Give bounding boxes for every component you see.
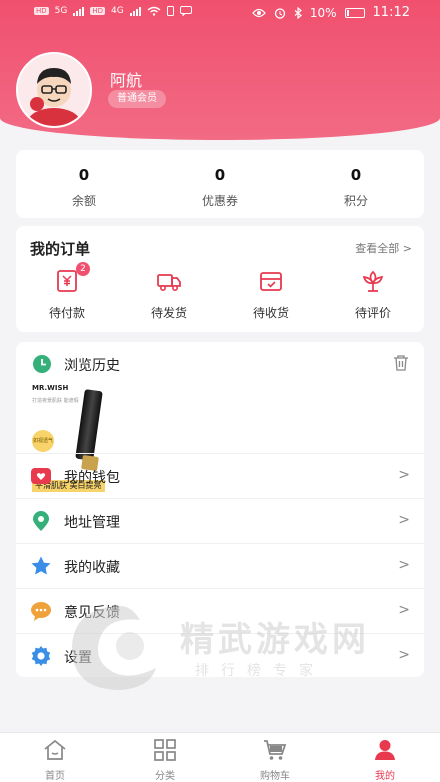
stat-label: 余额 bbox=[71, 194, 96, 208]
menu-label: 地址管理 bbox=[64, 515, 120, 531]
sim1-badge: HD bbox=[34, 7, 49, 15]
star-icon bbox=[31, 556, 51, 575]
cart-icon bbox=[264, 740, 287, 760]
order-pending-review[interactable]: 待评价 bbox=[322, 268, 424, 321]
box-icon bbox=[260, 272, 282, 291]
status-time: 11:12 bbox=[372, 5, 410, 20]
stat-value: 0 bbox=[350, 166, 362, 184]
menu-wallet[interactable]: 我的钱包 > bbox=[16, 453, 424, 498]
order-item-label: 待收货 bbox=[252, 306, 289, 320]
clock-icon bbox=[33, 355, 51, 373]
wallet-icon bbox=[31, 468, 51, 484]
menu-feedback[interactable]: 意见反馈 > bbox=[16, 588, 424, 633]
truck-icon bbox=[157, 274, 181, 291]
feature-list-card: 浏览历史 MR.WISH 打造夜景肌肤 能遮瑕 如视透气 平滑肌肤 美白提亮 我… bbox=[16, 342, 424, 677]
order-pending-payment[interactable]: 2 待付款 bbox=[16, 262, 118, 321]
network2-label: 4G bbox=[111, 6, 124, 16]
sim2-badge: HD bbox=[90, 7, 106, 15]
tab-mine[interactable]: 我的 bbox=[330, 733, 440, 782]
signal2-icon bbox=[129, 6, 141, 16]
tab-label: 我的 bbox=[375, 771, 395, 782]
alarm-icon bbox=[274, 7, 286, 19]
stat-value: 0 bbox=[78, 166, 90, 184]
gear-icon bbox=[31, 646, 51, 666]
product-brand: MR.WISH bbox=[32, 384, 69, 392]
browse-history-title: 浏览历史 bbox=[64, 358, 120, 374]
product-tag: 如视透气 bbox=[32, 430, 54, 452]
message-icon bbox=[179, 6, 192, 16]
order-item-label: 待评价 bbox=[354, 306, 391, 320]
menu-label: 意见反馈 bbox=[64, 605, 120, 621]
avatar[interactable] bbox=[16, 52, 92, 128]
chevron-right-icon: > bbox=[398, 512, 410, 528]
bluetooth-icon bbox=[294, 6, 302, 19]
eye-icon bbox=[252, 8, 266, 17]
stat-label: 积分 bbox=[343, 194, 368, 208]
wifi-icon bbox=[147, 6, 161, 16]
browse-history-header: 浏览历史 bbox=[16, 342, 424, 382]
tab-cart[interactable]: 购物车 bbox=[220, 733, 330, 782]
tab-label: 首页 bbox=[45, 771, 65, 782]
product-fine-print: 打造夜景肌肤 能遮瑕 bbox=[32, 398, 79, 404]
tab-label: 购物车 bbox=[260, 771, 290, 782]
pending-payment-badge: 2 bbox=[76, 262, 90, 276]
stat-label: 优惠券 bbox=[201, 194, 238, 208]
stat-value: 0 bbox=[214, 166, 226, 184]
menu-address[interactable]: 地址管理 > bbox=[16, 498, 424, 543]
view-all-orders-link[interactable]: 查看全部 > bbox=[355, 240, 412, 256]
flower-icon bbox=[362, 270, 384, 292]
member-level-badge: 普通会员 bbox=[108, 90, 166, 108]
order-pending-shipment[interactable]: 待发货 bbox=[118, 268, 220, 321]
stat-points[interactable]: 0 积分 bbox=[288, 150, 424, 218]
menu-label: 设置 bbox=[64, 650, 92, 666]
signal1-icon bbox=[73, 6, 85, 16]
account-stats-card: 0 余额 0 优惠券 0 积分 bbox=[16, 150, 424, 218]
profile-header: HD 5G HD 4G 10% 11:12 阿航 普通会员 bbox=[0, 0, 440, 140]
chevron-right-icon: > bbox=[398, 647, 410, 663]
order-pending-receipt[interactable]: 待收货 bbox=[220, 268, 322, 321]
status-bar: HD 5G HD 4G 10% 11:12 bbox=[0, 0, 440, 26]
network1-label: 5G bbox=[54, 6, 68, 16]
user-icon bbox=[375, 740, 395, 760]
orders-title: 我的订单 bbox=[30, 240, 91, 258]
battery-icon bbox=[344, 7, 365, 18]
location-icon bbox=[33, 511, 49, 531]
stat-balance[interactable]: 0 余额 bbox=[16, 150, 152, 218]
stat-coupons[interactable]: 0 优惠券 bbox=[152, 150, 288, 218]
tab-label: 分类 bbox=[155, 771, 175, 782]
username: 阿航 bbox=[110, 71, 143, 90]
avatar-cartoon-icon bbox=[18, 54, 90, 126]
phone-icon bbox=[166, 6, 174, 16]
home-icon bbox=[44, 739, 66, 760]
menu-label: 我的钱包 bbox=[64, 470, 120, 486]
tab-category[interactable]: 分类 bbox=[110, 733, 220, 782]
order-item-label: 待付款 bbox=[48, 306, 85, 320]
my-orders-card: 我的订单 查看全部 > 2 待付款 待发货 待收货 待评价 bbox=[16, 226, 424, 332]
menu-label: 我的收藏 bbox=[64, 560, 120, 576]
chevron-right-icon: > bbox=[398, 467, 410, 483]
trash-icon[interactable] bbox=[392, 354, 410, 372]
chat-icon bbox=[31, 602, 51, 621]
chevron-right-icon: > bbox=[398, 557, 410, 573]
tab-home[interactable]: 首页 bbox=[0, 733, 110, 782]
order-item-label: 待发货 bbox=[150, 306, 187, 320]
battery-percent: 10% bbox=[309, 5, 337, 20]
bottom-tab-bar: 首页 分类 购物车 我的 bbox=[0, 732, 440, 782]
menu-favorites[interactable]: 我的收藏 > bbox=[16, 543, 424, 588]
chevron-right-icon: > bbox=[398, 602, 410, 618]
menu-settings[interactable]: 设置 > bbox=[16, 633, 424, 678]
grid-icon bbox=[154, 739, 176, 761]
